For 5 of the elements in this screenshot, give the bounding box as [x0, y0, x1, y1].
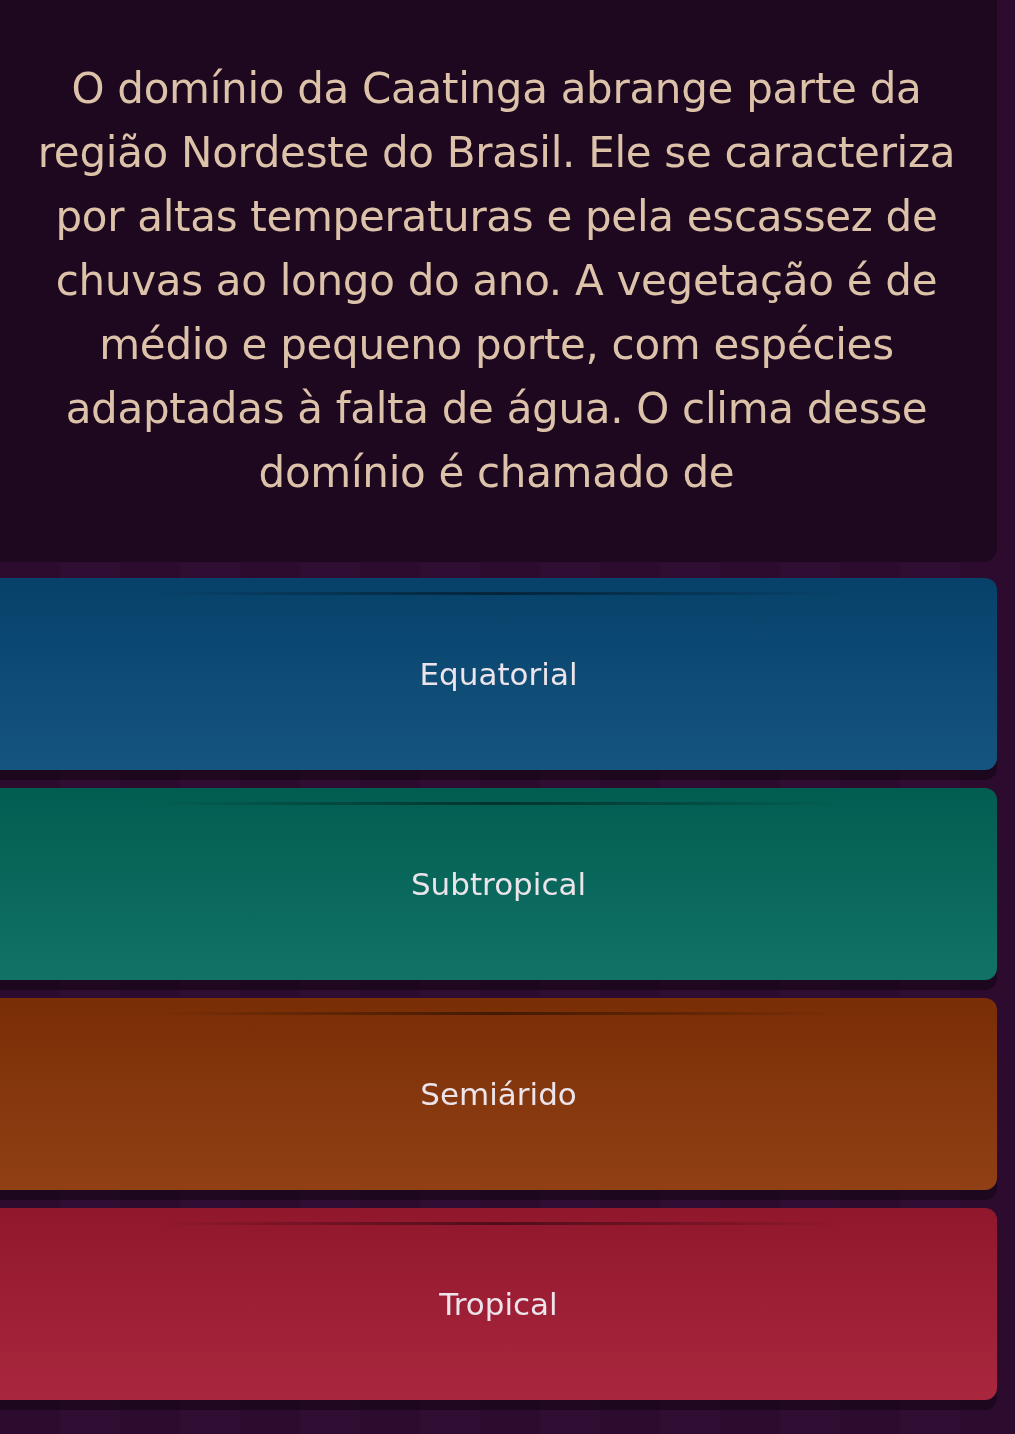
answer-button[interactable]: Tropical: [0, 1208, 997, 1400]
answer-button[interactable]: Semiárido: [0, 998, 997, 1190]
answer-button[interactable]: Subtropical: [0, 788, 997, 980]
question-text: O domínio da Caatinga abrange parte da região Nordeste do Brasil. Ele se caracteriza por altas temperaturas e pela escassez de chuvas ao longo do ano. A vegetação é de médio e pequeno porte, com espécies adaptadas à falta de água. O clima desse domínio é chamado de: [0, 0, 997, 562]
answer-button[interactable]: Equatorial: [0, 578, 997, 770]
